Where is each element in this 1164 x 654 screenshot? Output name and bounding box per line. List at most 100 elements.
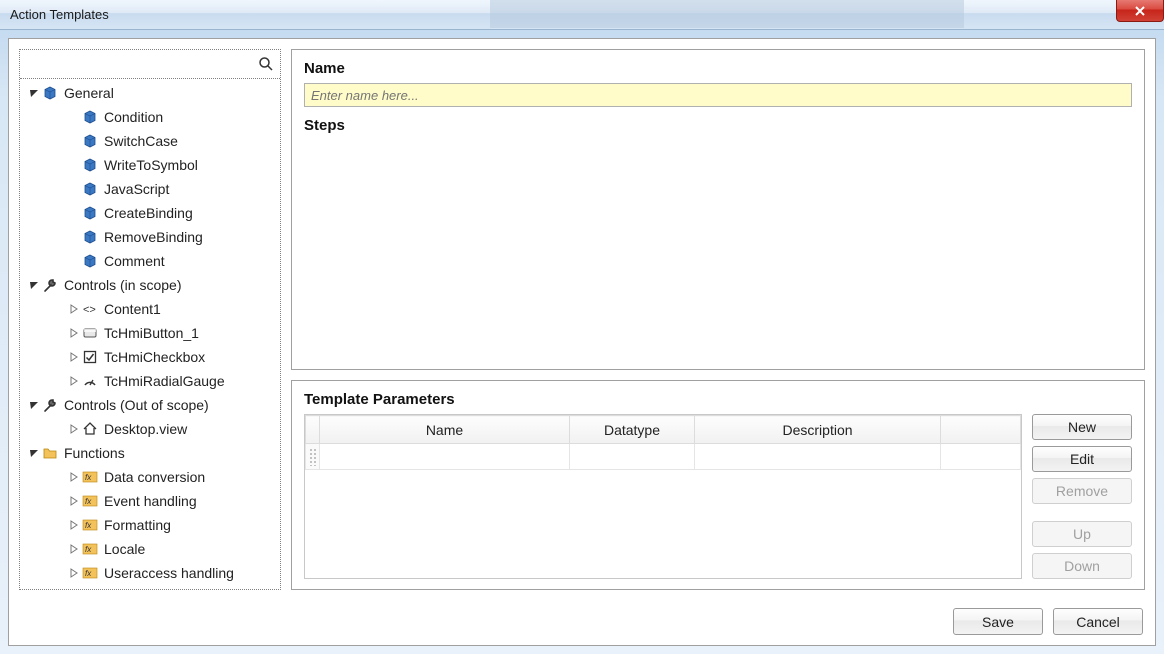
title-bar: Action Templates [0, 0, 1164, 30]
tree-item[interactable]: fx Formatting [20, 513, 280, 537]
col-description-header[interactable]: Description [695, 416, 941, 444]
svg-text:fx: fx [85, 545, 92, 554]
cancel-button[interactable]: Cancel [1053, 608, 1143, 635]
template-params-panel: Template Parameters Name Datatype [291, 380, 1145, 590]
tree-item[interactable]: TcHmiRadialGauge [20, 369, 280, 393]
tree-item[interactable]: fx Event handling [20, 489, 280, 513]
expand-caret-icon[interactable] [68, 567, 80, 579]
right-column: Name Steps Template Parameters [291, 49, 1145, 590]
tree-item[interactable]: CreateBinding [20, 201, 280, 225]
main-row: General Condition SwitchCase WriteToSymbol J… [9, 39, 1155, 600]
tree-item-label: Desktop.view [104, 421, 187, 437]
tree-item-label: Comment [104, 253, 165, 269]
tree-item-label: TcHmiButton_1 [104, 325, 199, 341]
expand-caret-icon[interactable] [68, 423, 80, 435]
search-box [20, 50, 280, 79]
dialog-footer: Save Cancel [9, 600, 1155, 645]
window-title: Action Templates [10, 7, 109, 22]
edit-button[interactable]: Edit [1032, 446, 1132, 472]
down-button[interactable]: Down [1032, 553, 1132, 579]
tree-item-label: JavaScript [104, 181, 169, 197]
up-button[interactable]: Up [1032, 521, 1132, 547]
tree-item-label: Formatting [104, 517, 171, 533]
table-row[interactable] [306, 444, 1021, 470]
checkbox-icon [82, 349, 98, 365]
tree-item-label: Content1 [104, 301, 161, 317]
svg-text:fx: fx [85, 497, 92, 506]
caret-spacer [68, 159, 80, 171]
remove-button[interactable]: Remove [1032, 478, 1132, 504]
tree-group[interactable]: General [20, 81, 280, 105]
expand-caret-icon[interactable] [68, 543, 80, 555]
cell-datatype[interactable] [570, 444, 695, 470]
tree-item-label: Event handling [104, 493, 197, 509]
tree-item[interactable]: WriteToSymbol [20, 153, 280, 177]
params-table[interactable]: Name Datatype Description [304, 414, 1022, 579]
cube-icon [82, 133, 98, 149]
cube-icon [82, 157, 98, 173]
tree-item[interactable]: fxData conversion [20, 465, 280, 489]
expand-caret-icon[interactable] [28, 399, 40, 411]
tree-item[interactable]: JavaScript [20, 177, 280, 201]
expand-caret-icon[interactable] [68, 375, 80, 387]
tree-item[interactable]: <>Content1 [20, 297, 280, 321]
expand-caret-icon[interactable] [28, 87, 40, 99]
expand-caret-icon[interactable] [68, 303, 80, 315]
wrench-icon [42, 277, 58, 293]
col-datatype-header[interactable]: Datatype [570, 416, 695, 444]
tree-item-label: CreateBinding [104, 205, 193, 221]
tree-item[interactable]: Desktop.view [20, 417, 280, 441]
save-button[interactable]: Save [953, 608, 1043, 635]
tree-group-label: General [64, 85, 114, 101]
name-label: Name [304, 60, 1132, 77]
tree-item[interactable]: TcHmiCheckbox [20, 345, 280, 369]
caret-spacer [68, 183, 80, 195]
grip-header [306, 416, 320, 444]
expand-caret-icon[interactable] [68, 327, 80, 339]
tree-item-label: TcHmiRadialGauge [104, 373, 225, 389]
caret-spacer [68, 231, 80, 243]
expand-caret-icon[interactable] [68, 471, 80, 483]
cube-icon [82, 253, 98, 269]
template-params-title: Template Parameters [304, 391, 1132, 408]
tree-item[interactable]: RemoveBinding [20, 225, 280, 249]
tree-item[interactable]: fxUseraccess handling [20, 561, 280, 585]
folder-icon [42, 445, 58, 461]
expand-caret-icon[interactable] [68, 495, 80, 507]
svg-text:fx: fx [85, 521, 92, 530]
steps-label: Steps [304, 117, 1132, 134]
tree-item[interactable]: fx Locale [20, 537, 280, 561]
new-button[interactable]: New [1032, 414, 1132, 440]
tree-item-label: Locale [104, 541, 145, 557]
tree-item[interactable]: Comment [20, 249, 280, 273]
tree[interactable]: General Condition SwitchCase WriteToSymbol J… [20, 79, 280, 589]
expand-caret-icon[interactable] [28, 279, 40, 291]
gauge-icon [82, 373, 98, 389]
tree-group[interactable]: Controls (Out of scope) [20, 393, 280, 417]
tree-group[interactable]: Controls (in scope) [20, 273, 280, 297]
expand-caret-icon[interactable] [68, 351, 80, 363]
col-name-header[interactable]: Name [320, 416, 570, 444]
caret-spacer [68, 255, 80, 267]
cell-description[interactable] [695, 444, 941, 470]
close-icon [1134, 5, 1146, 17]
name-input[interactable] [304, 83, 1132, 107]
tree-item-label: WriteToSymbol [104, 157, 198, 173]
cell-name[interactable] [320, 444, 570, 470]
caret-spacer [68, 111, 80, 123]
tree-item[interactable]: TcHmiButton_1 [20, 321, 280, 345]
col-extra-header [941, 416, 1021, 444]
search-input[interactable] [23, 53, 277, 75]
cube-icon [82, 109, 98, 125]
row-grip[interactable] [306, 444, 320, 470]
tree-item-label: Condition [104, 109, 163, 125]
expand-caret-icon[interactable] [28, 447, 40, 459]
tree-group-label: Controls (Out of scope) [64, 397, 209, 413]
tree-item[interactable]: SwitchCase [20, 129, 280, 153]
close-button[interactable] [1116, 0, 1164, 22]
tree-item[interactable]: Condition [20, 105, 280, 129]
tree-group[interactable]: Functions [20, 441, 280, 465]
cube-icon [82, 181, 98, 197]
expand-caret-icon[interactable] [68, 519, 80, 531]
cube-icon [82, 229, 98, 245]
